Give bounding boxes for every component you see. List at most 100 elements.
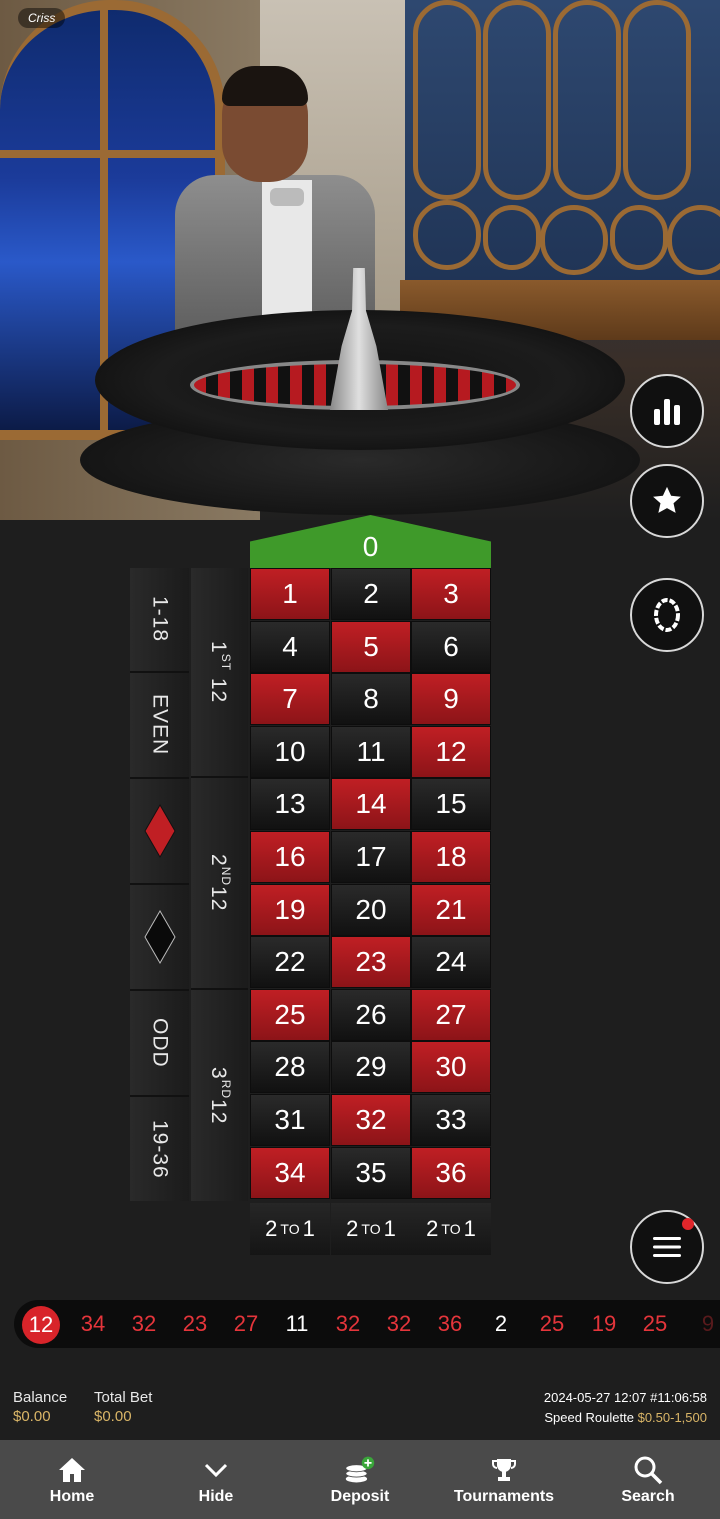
bet-1st-12[interactable]: 1ST 12 (191, 568, 248, 778)
notification-dot (682, 1218, 694, 1230)
number-23[interactable]: 23 (331, 936, 411, 989)
bet-even[interactable]: EVEN (130, 673, 189, 779)
decorative-wall-panel (405, 0, 720, 300)
favourite-bets-button[interactable] (630, 464, 704, 538)
history-result: 36 (437, 1311, 463, 1336)
history-result: 23 (182, 1311, 208, 1336)
bet-1-18[interactable]: 1-18 (130, 568, 189, 673)
number-9[interactable]: 9 (411, 673, 491, 726)
round-timestamp: 2024-05-27 12:07 #11:06:58 (543, 1390, 707, 1405)
history-result: 2 (494, 1311, 508, 1336)
history-result: 34 (80, 1311, 106, 1336)
dealer-name-badge: Criss (18, 8, 66, 28)
number-18[interactable]: 18 (411, 831, 491, 883)
number-19[interactable]: 19 (250, 883, 330, 936)
number-24[interactable]: 24 (411, 936, 491, 989)
bet-1st-12-label: 1ST 12 (207, 640, 233, 704)
number-29[interactable]: 29 (331, 1041, 411, 1094)
latest-result: 12 (22, 1306, 60, 1344)
result-history-strip[interactable]: 12 34 32 23 27 11 32 32 36 2 25 19 25 9 (14, 1300, 720, 1348)
bet-2nd-12-label: 2ND12 (207, 854, 233, 912)
number-1[interactable]: 1 (250, 568, 330, 620)
bet-2nd-12[interactable]: 2ND12 (191, 778, 248, 990)
total-bet-value: $0.00 (94, 1408, 132, 1425)
game-name: Speed Roulette (544, 1410, 634, 1425)
history-result: 25 (642, 1311, 668, 1336)
bet-limits: $0.50-1,500 (637, 1410, 707, 1425)
number-20[interactable]: 20 (331, 883, 411, 936)
total-bet-label: Total Bet (94, 1389, 153, 1406)
bet-black[interactable] (130, 885, 189, 991)
number-31[interactable]: 31 (250, 1094, 330, 1146)
number-25[interactable]: 25 (250, 988, 330, 1041)
number-28[interactable]: 28 (250, 1041, 330, 1094)
nav-home-label: Home (49, 1487, 95, 1505)
column-bet-3[interactable]: 2 TO 1 (411, 1203, 491, 1255)
number-4[interactable]: 4 (250, 620, 330, 673)
menu-icon (653, 1237, 681, 1257)
chevron-down-icon (200, 1454, 232, 1486)
number-35[interactable]: 35 (331, 1146, 411, 1199)
black-diamond-icon (143, 910, 176, 964)
history-result: 27 (233, 1311, 259, 1336)
number-27[interactable]: 27 (411, 988, 491, 1041)
number-3[interactable]: 3 (411, 568, 491, 620)
number-7[interactable]: 7 (250, 673, 330, 726)
bet-3rd-12-label: 3RD12 (207, 1066, 233, 1125)
nav-tournaments[interactable]: Tournaments (432, 1440, 576, 1519)
number-12[interactable]: 12 (411, 725, 491, 778)
nav-tournaments-label: Tournaments (453, 1487, 555, 1505)
number-32[interactable]: 32 (331, 1094, 411, 1146)
nav-deposit[interactable]: Deposit (288, 1440, 432, 1519)
history-result: 32 (335, 1311, 361, 1336)
number-8[interactable]: 8 (331, 673, 411, 726)
balance-label: Balance (13, 1389, 68, 1406)
nav-search-label: Search (621, 1487, 675, 1505)
number-34[interactable]: 34 (250, 1146, 330, 1199)
number-11[interactable]: 11 (331, 725, 411, 778)
nav-search[interactable]: Search (576, 1440, 720, 1519)
bet-even-label: EVEN (148, 694, 172, 756)
bet-odd-label: ODD (148, 1018, 172, 1068)
number-21[interactable]: 21 (411, 883, 491, 936)
number-33[interactable]: 33 (411, 1094, 491, 1146)
number-15[interactable]: 15 (411, 778, 491, 831)
number-2[interactable]: 2 (331, 568, 411, 620)
number-6[interactable]: 6 (411, 620, 491, 673)
column-bet-1[interactable]: 2 TO 1 (250, 1203, 330, 1255)
balance-value: $0.00 (13, 1408, 51, 1425)
column-bet-2[interactable]: 2 TO 1 (331, 1203, 411, 1255)
bet-3rd-12[interactable]: 3RD12 (191, 990, 248, 1201)
nav-deposit-label: Deposit (330, 1487, 390, 1505)
bow-tie (270, 188, 304, 206)
number-26[interactable]: 26 (331, 988, 411, 1041)
number-22[interactable]: 22 (250, 936, 330, 989)
statistics-button[interactable] (630, 374, 704, 448)
dealer-hair (222, 66, 308, 106)
nav-hide[interactable]: Hide (144, 1440, 288, 1519)
racetrack-button[interactable] (630, 578, 704, 652)
history-result: 32 (131, 1311, 157, 1336)
menu-button[interactable] (630, 1210, 704, 1284)
number-14[interactable]: 14 (331, 778, 411, 831)
number-13[interactable]: 13 (250, 778, 330, 831)
number-5[interactable]: 5 (331, 620, 411, 673)
number-30[interactable]: 30 (411, 1041, 491, 1094)
search-icon (632, 1454, 664, 1486)
number-17[interactable]: 17 (331, 831, 411, 883)
bottom-navigation: Home Hide Deposit Tournaments Search (0, 1440, 720, 1519)
red-diamond-icon (143, 804, 176, 858)
history-result: 19 (591, 1311, 617, 1336)
bet-19-36[interactable]: 19-36 (130, 1097, 189, 1201)
number-16[interactable]: 16 (250, 831, 330, 883)
home-icon (56, 1454, 88, 1486)
bet-odd[interactable]: ODD (130, 991, 189, 1097)
number-10[interactable]: 10 (250, 725, 330, 778)
bet-red[interactable] (130, 779, 189, 885)
star-icon (653, 486, 681, 513)
nav-home[interactable]: Home (0, 1440, 144, 1519)
history-result: 32 (386, 1311, 412, 1336)
history-result: 9 (701, 1311, 715, 1336)
bet-19-36-label: 19-36 (148, 1119, 172, 1179)
number-36[interactable]: 36 (411, 1146, 491, 1199)
